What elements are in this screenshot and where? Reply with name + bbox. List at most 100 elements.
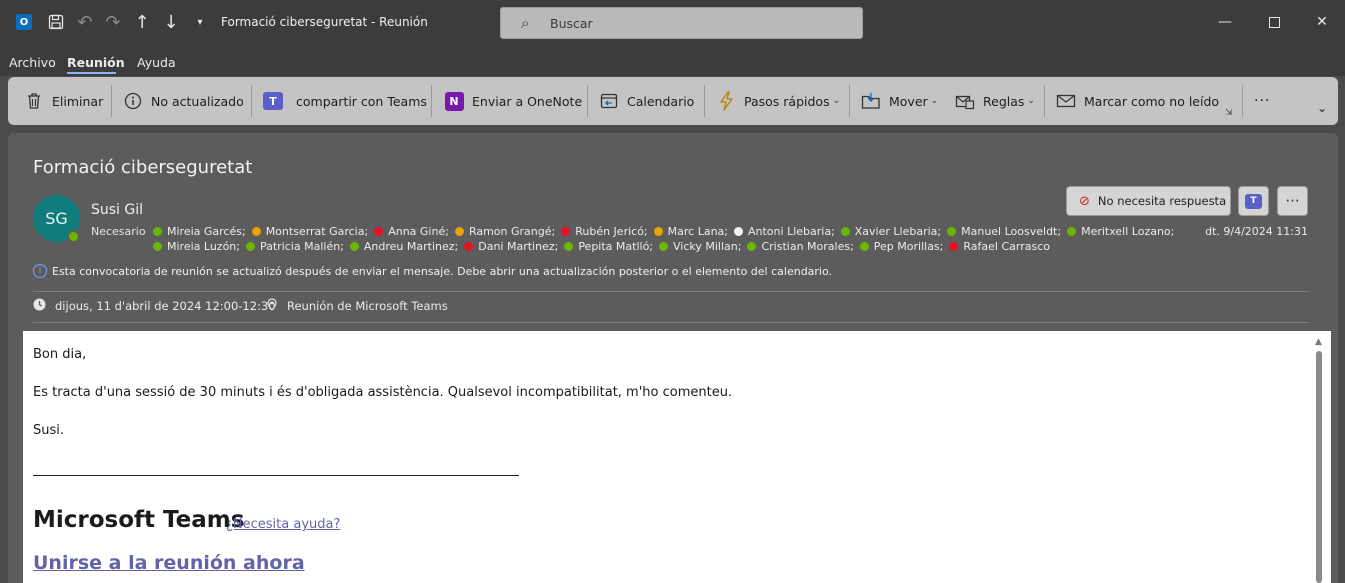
- share-teams-label: compartir con Teams: [296, 93, 427, 109]
- attendee[interactable]: Vicky Millan;: [659, 240, 741, 253]
- share-teams-button[interactable]: T compartir con Teams: [263, 88, 427, 114]
- attendee-name: Xavier Llebaria;: [854, 225, 942, 238]
- search-box[interactable]: ⌕ Buscar: [500, 7, 863, 39]
- attendee[interactable]: Dani Martinez;: [464, 240, 558, 253]
- attendee[interactable]: Pepita Matlló;: [564, 240, 653, 253]
- sender-name[interactable]: Susi Gil: [91, 202, 143, 218]
- calendar-label: Calendario: [627, 93, 695, 109]
- attendee[interactable]: Marc Lana;: [653, 225, 728, 238]
- attendee[interactable]: Patricia Mallén;: [245, 240, 344, 253]
- meeting-location-text: Reunión de Microsoft Teams: [287, 299, 448, 313]
- attendee[interactable]: Montserrat Garcia;: [251, 225, 369, 238]
- response-status-declined-icon: [561, 227, 571, 236]
- more-actions-button[interactable]: ···: [1277, 186, 1308, 216]
- lightning-icon: [716, 91, 736, 111]
- attendee[interactable]: Andreu Martinez;: [349, 240, 459, 253]
- attendee[interactable]: Meritxell Lozano;: [1067, 225, 1174, 238]
- onenote-icon: N: [444, 91, 464, 111]
- attendee-name: Antoni Llebaria;: [748, 225, 835, 238]
- response-status-tentative-icon: [454, 227, 464, 236]
- move-button[interactable]: Mover ⌄: [861, 88, 938, 114]
- attendee[interactable]: Mireia Luzón;: [153, 240, 240, 253]
- mark-unread-button[interactable]: Marcar como no leído: [1056, 88, 1219, 114]
- vertical-scrollbar[interactable]: ▲: [1315, 337, 1323, 583]
- join-meeting-link[interactable]: Unirse a la reunión ahora: [33, 552, 305, 574]
- response-status-tentative-icon: [251, 227, 261, 236]
- dialog-launcher-icon[interactable]: ⇲: [1225, 108, 1233, 118]
- menu-bar: Archivo Reunión Ayuda: [0, 46, 1345, 76]
- attendee-name: Pepita Matlló;: [578, 240, 654, 253]
- calendar-icon: [599, 91, 619, 111]
- delete-button[interactable]: Eliminar: [24, 88, 103, 114]
- message-body: Bon dia, Es tracta d'una sessió de 30 mi…: [23, 331, 1331, 583]
- rules-button[interactable]: Reglas ⌄: [955, 88, 1035, 114]
- attendee-name: Dani Martinez;: [478, 240, 559, 253]
- calendar-button[interactable]: Calendario: [599, 88, 694, 114]
- move-folder-icon: [861, 91, 881, 111]
- redo-icon[interactable]: ↷: [101, 10, 125, 34]
- attendee[interactable]: Rubén Jericó;: [561, 225, 648, 238]
- chevron-down-icon: ⌄: [1027, 96, 1035, 106]
- body-signoff: Susi.: [33, 423, 65, 438]
- tab-reunion[interactable]: Reunión: [67, 55, 125, 70]
- tab-ayuda[interactable]: Ayuda: [137, 55, 176, 70]
- not-updated-button[interactable]: No actualizado: [123, 88, 244, 114]
- maximize-button[interactable]: [1264, 12, 1284, 32]
- no-response-icon: ⊘: [1079, 193, 1090, 209]
- more-commands-button[interactable]: ···: [1254, 88, 1270, 114]
- teams-icon: T: [1245, 193, 1262, 209]
- close-button[interactable]: ✕: [1312, 12, 1332, 32]
- response-status-accepted-icon: [349, 242, 359, 251]
- rules-label: Reglas: [983, 93, 1025, 109]
- attendee[interactable]: Ramon Grangé;: [454, 225, 555, 238]
- presence-available-icon: [67, 230, 80, 243]
- attendee[interactable]: Antoni Llebaria;: [734, 225, 835, 238]
- response-status-accepted-icon: [840, 227, 850, 236]
- meeting-time: dijous, 11 d'abril de 2024 12:00-12:30: [33, 298, 276, 314]
- ribbon-separator: [1044, 85, 1045, 117]
- ribbon-separator: [1242, 85, 1243, 117]
- info-icon: i: [33, 264, 47, 278]
- help-link[interactable]: ¿Necesita ayuda?: [226, 517, 340, 532]
- tab-archivo[interactable]: Archivo: [9, 55, 56, 70]
- next-item-icon[interactable]: ↓: [159, 10, 183, 34]
- send-onenote-button[interactable]: N Enviar a OneNote: [444, 88, 582, 114]
- no-response-button[interactable]: ⊘ No necesita respuesta: [1066, 186, 1231, 216]
- attendee-name: Pep Morillas;: [873, 240, 944, 253]
- scroll-up-icon[interactable]: ▲: [1315, 337, 1322, 347]
- quick-steps-button[interactable]: Pasos rápidos ⌄: [716, 88, 840, 114]
- teams-chat-button[interactable]: T: [1238, 186, 1269, 216]
- body-greeting: Bon dia,: [33, 347, 87, 362]
- attendee[interactable]: Xavier Llebaria;: [840, 225, 942, 238]
- attendee[interactable]: Pep Morillas;: [859, 240, 944, 253]
- body-separator-line: [33, 475, 519, 476]
- delete-label: Eliminar: [52, 93, 104, 109]
- minimize-button[interactable]: —: [1215, 12, 1235, 32]
- attendee[interactable]: Rafael Carrasco: [949, 240, 1050, 253]
- ribbon-separator: [849, 85, 850, 117]
- attendee-name: Andreu Martinez;: [363, 240, 459, 253]
- active-tab-indicator: [67, 72, 116, 74]
- undo-icon[interactable]: ↶: [73, 10, 97, 34]
- scrollbar-thumb[interactable]: [1316, 351, 1322, 583]
- teams-heading: Microsoft Teams: [33, 507, 245, 533]
- ribbon-collapse-icon[interactable]: ⌄: [1317, 101, 1327, 115]
- chevron-down-icon: ⌄: [832, 96, 841, 106]
- no-response-label: No necesita respuesta: [1097, 194, 1227, 208]
- customize-quick-access-icon[interactable]: ▾: [188, 10, 212, 34]
- required-attendees-label: Necesario: [91, 225, 146, 238]
- attendee-name: Anna Giné;: [388, 225, 449, 238]
- ribbon-separator: [587, 85, 588, 117]
- attendee[interactable]: Manuel Loosveldt;: [947, 225, 1061, 238]
- save-icon[interactable]: [44, 10, 68, 34]
- clock-icon: [33, 298, 46, 314]
- previous-item-icon[interactable]: ↑: [130, 10, 154, 34]
- attendee[interactable]: Anna Giné;: [374, 225, 449, 238]
- response-status-accepted-icon: [1067, 227, 1077, 236]
- attendee[interactable]: Cristian Morales;: [747, 240, 854, 253]
- attendee-name: Montserrat Garcia;: [265, 225, 369, 238]
- response-status-accepted-icon: [245, 242, 255, 251]
- response-status-accepted-icon: [153, 242, 162, 251]
- mark-unread-label: Marcar como no leído: [1084, 93, 1220, 109]
- attendee[interactable]: Mireia Garcés;: [153, 225, 246, 238]
